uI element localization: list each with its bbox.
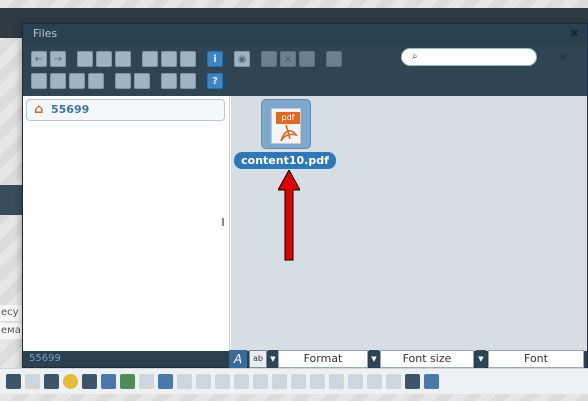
file-browser-content: ⌂ 55699 pdf content10.pdf bbox=[23, 96, 587, 351]
table-delete-icon[interactable] bbox=[386, 374, 401, 389]
resize-icon[interactable] bbox=[88, 73, 104, 89]
refresh-icon[interactable] bbox=[31, 73, 47, 89]
grid-view-icon[interactable] bbox=[180, 73, 196, 89]
preview-eye-icon[interactable]: ◉ bbox=[234, 51, 250, 67]
tree-root-label: 55699 bbox=[51, 103, 90, 116]
cell-props-icon[interactable] bbox=[348, 374, 363, 389]
horizontal-line-icon[interactable] bbox=[82, 374, 97, 389]
red-arrow-annotation bbox=[278, 170, 300, 261]
fontsize-dropdown-arrow[interactable]: ▼ bbox=[369, 350, 379, 368]
edit-icon[interactable] bbox=[69, 73, 85, 89]
folder-tree-pane: ⌂ 55699 bbox=[23, 96, 230, 351]
about-icon[interactable] bbox=[424, 374, 439, 389]
text-color-icon[interactable]: A bbox=[229, 350, 247, 368]
view-icon[interactable] bbox=[50, 73, 66, 89]
extract-icon[interactable] bbox=[115, 73, 131, 89]
dialog-title: Files bbox=[33, 27, 58, 40]
tree-root-folder[interactable]: ⌂ 55699 bbox=[26, 99, 225, 121]
pane-splitter[interactable] bbox=[222, 218, 224, 226]
file-toolbar: ← → i ◉ × ? ⌕ × bbox=[23, 44, 587, 96]
pdf-document-icon: pdf bbox=[271, 108, 301, 144]
table-icon[interactable] bbox=[158, 374, 173, 389]
emoji-icon[interactable] bbox=[63, 374, 78, 389]
search-icon: ⌕ bbox=[412, 51, 418, 62]
new-file-icon[interactable] bbox=[77, 51, 93, 67]
info-icon[interactable]: i bbox=[207, 51, 223, 67]
split-cells-icon[interactable] bbox=[253, 374, 268, 389]
image-icon[interactable] bbox=[101, 374, 116, 389]
file-name-label[interactable]: content10.pdf bbox=[234, 152, 336, 169]
list-view-icon[interactable] bbox=[161, 73, 177, 89]
back-icon[interactable]: ← bbox=[31, 51, 47, 67]
table-props-icon[interactable] bbox=[367, 374, 382, 389]
delete-col-icon[interactable] bbox=[329, 374, 344, 389]
background-label: ecy bbox=[0, 305, 22, 321]
table-row-icon[interactable] bbox=[177, 374, 192, 389]
iframe-icon[interactable] bbox=[139, 374, 154, 389]
delete-icon[interactable]: × bbox=[280, 51, 296, 67]
search-input[interactable]: ⌕ bbox=[401, 48, 537, 66]
clipboard-icon[interactable] bbox=[299, 51, 315, 67]
space-icon[interactable] bbox=[44, 374, 59, 389]
delete-row-icon[interactable] bbox=[291, 374, 306, 389]
editor-toolbar bbox=[0, 368, 588, 394]
search-clear-button[interactable]: × bbox=[559, 52, 567, 63]
insert-row-icon[interactable] bbox=[272, 374, 287, 389]
save-icon[interactable] bbox=[115, 51, 131, 67]
fontsize-select[interactable]: Font size bbox=[380, 350, 474, 368]
home-icon: ⌂ bbox=[34, 102, 44, 117]
archive-icon[interactable] bbox=[326, 51, 342, 67]
format-select[interactable]: Format bbox=[278, 350, 368, 368]
table-cell-icon[interactable] bbox=[215, 374, 230, 389]
copy-icon[interactable] bbox=[161, 51, 177, 67]
forward-icon[interactable]: → bbox=[50, 51, 66, 67]
editor-format-row: A ab ▼ Format ▼ Font size ▼ Font bbox=[0, 350, 588, 368]
file-list-pane: pdf content10.pdf bbox=[231, 96, 587, 351]
dialog-titlebar: Files ✖ bbox=[23, 24, 587, 44]
separator-icon[interactable] bbox=[25, 374, 40, 389]
table-col-icon[interactable] bbox=[196, 374, 211, 389]
compress-icon[interactable] bbox=[134, 73, 150, 89]
pdf-file-icon[interactable]: pdf bbox=[261, 99, 311, 149]
duplicate-icon[interactable] bbox=[261, 51, 277, 67]
help-icon[interactable]: ? bbox=[207, 73, 223, 89]
fullscreen-icon[interactable] bbox=[405, 374, 420, 389]
file-manager-dialog: Files ✖ ← → i ◉ × ? ⌕ × ⌂ 55699 pdf cont… bbox=[22, 23, 588, 368]
format-dropdown-arrow[interactable]: ▼ bbox=[268, 350, 278, 368]
source-icon[interactable] bbox=[6, 374, 21, 389]
background-color-icon[interactable]: ab bbox=[249, 350, 267, 368]
flash-icon[interactable] bbox=[120, 374, 135, 389]
open-icon[interactable] bbox=[142, 51, 158, 67]
close-button[interactable]: ✖ bbox=[570, 24, 579, 44]
font-select[interactable]: Font bbox=[488, 350, 584, 368]
paste-icon[interactable] bbox=[180, 51, 196, 67]
merge-cells-icon[interactable] bbox=[234, 374, 249, 389]
background-label: ема bbox=[0, 323, 22, 339]
font-dropdown-arrow[interactable]: ▼ bbox=[476, 350, 486, 368]
new-folder-icon[interactable] bbox=[96, 51, 112, 67]
insert-col-icon[interactable] bbox=[310, 374, 325, 389]
